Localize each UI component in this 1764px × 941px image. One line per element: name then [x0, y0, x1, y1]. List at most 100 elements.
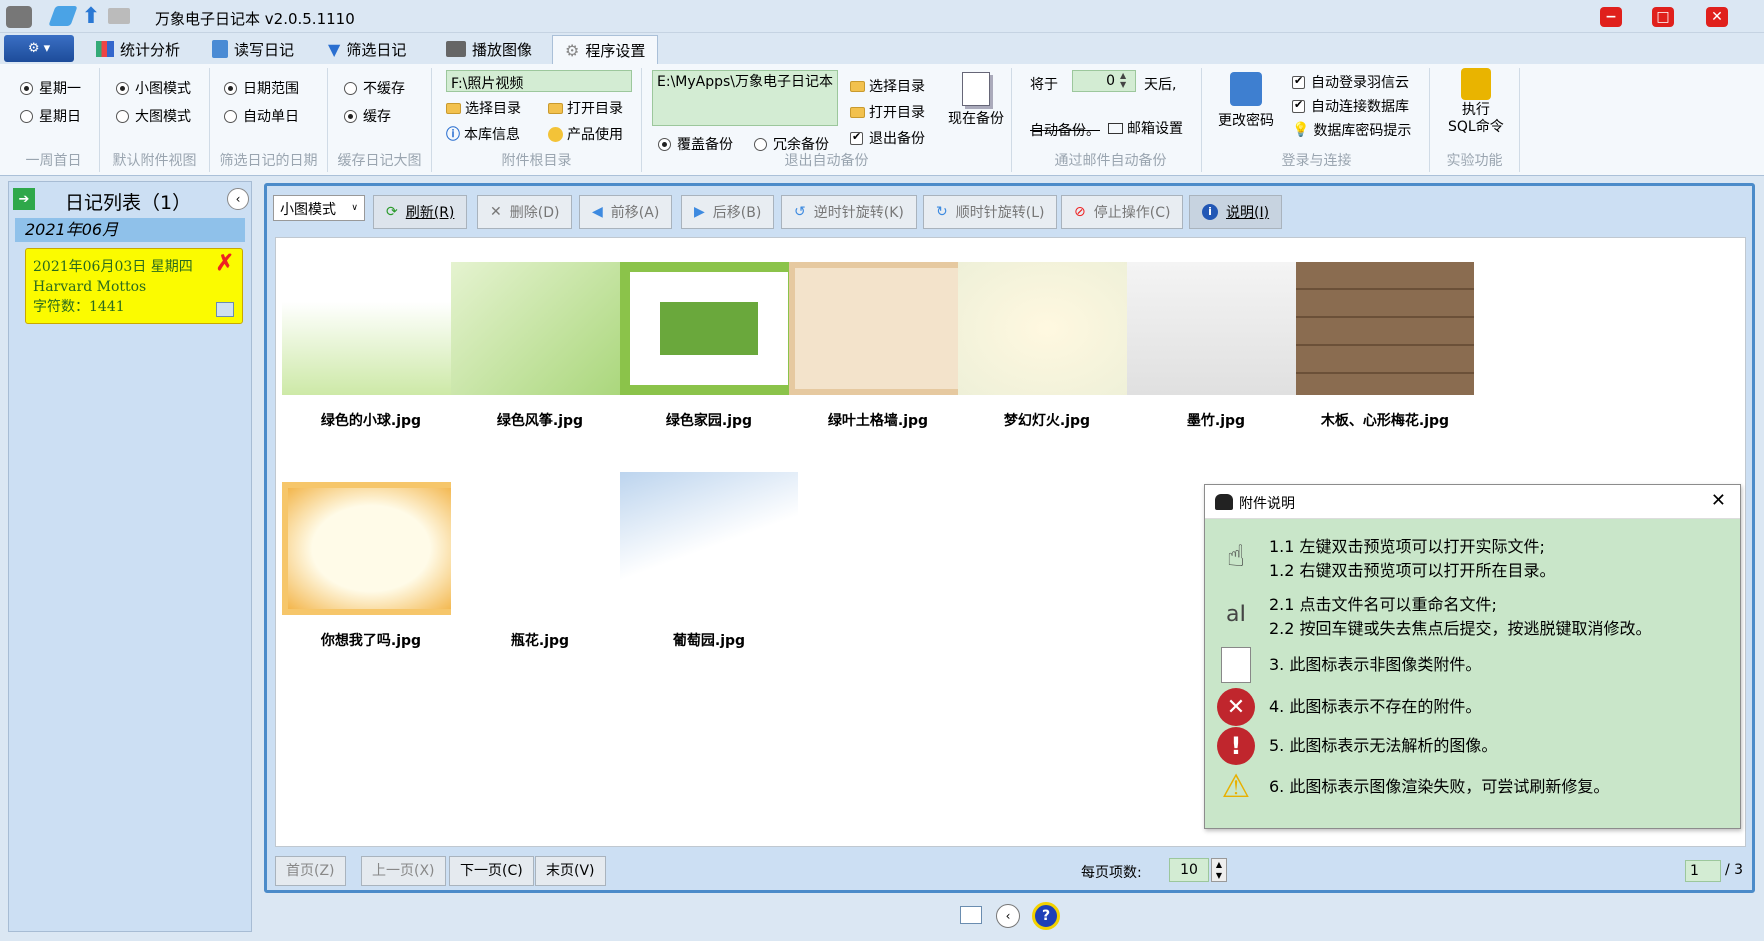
db-password-hint-button[interactable]: 💡 数据库密码提示 [1292, 120, 1411, 140]
maximize-button[interactable]: □ [1652, 7, 1674, 27]
film-icon [446, 41, 466, 57]
entry-title: Harvard Mottos [33, 279, 147, 295]
last-page-button[interactable]: 末页(V) [535, 856, 606, 886]
window-title: 万象电子日记本 v2.0.5.1110 [155, 10, 355, 28]
backup-open-dir-button[interactable]: 打开目录 [850, 102, 925, 122]
unparseable-image-icon: ! [1217, 727, 1255, 765]
delete-x-icon[interactable]: ✗ [216, 252, 234, 274]
per-page-field[interactable]: 10 [1169, 858, 1209, 882]
first-page-button[interactable]: 首页(Z) [275, 856, 346, 886]
open-folder-icon [850, 106, 865, 118]
printer-icon[interactable] [108, 8, 130, 24]
move-back-button[interactable]: ▶ 后移(B) [681, 195, 775, 229]
chevron-left-icon[interactable]: ‹ [996, 904, 1020, 928]
move-forward-button[interactable]: ◀ 前移(A) [579, 195, 673, 229]
checkbox-auto-connect-db[interactable]: 自动连接数据库 [1292, 96, 1409, 116]
help-line: 1.2 右键双击预览项可以打开所在目录。 [1269, 561, 1556, 580]
diary-list-panel: ➔ 日记列表（1） ‹ 2021年06月 2021年06月03日 星期四 Har… [8, 181, 252, 932]
go-arrow-icon[interactable]: ➔ [13, 188, 35, 210]
folder-icon [446, 102, 461, 114]
rotate-ccw-button[interactable]: ↺ 逆时针旋转(K) [781, 195, 917, 229]
thumbnail[interactable] [620, 262, 798, 395]
radio-date-range[interactable]: 日期范围 [224, 78, 299, 98]
library-info-button[interactable]: ⓘ 本库信息 [446, 124, 520, 144]
backup-path-field[interactable]: E:\MyApps\万象电子日记本 [652, 70, 838, 126]
change-password-button[interactable]: 更改密码 [1218, 72, 1274, 130]
rotate-cw-button[interactable]: ↻ 顺时针旋转(L) [923, 195, 1058, 229]
tab-filter[interactable]: ▼ 筛选日记 [316, 35, 418, 63]
diary-entry-card[interactable]: 2021年06月03日 星期四 Harvard Mottos 字符数：1441 … [25, 248, 243, 324]
next-page-button[interactable]: 下一页(C) [449, 856, 534, 886]
product-usage-button[interactable]: 产品使用 [548, 124, 623, 144]
file-name[interactable]: 绿色家园.jpg [614, 410, 804, 430]
file-name[interactable]: 绿叶土格墙.jpg [783, 410, 973, 430]
file-name[interactable]: 葡萄园.jpg [614, 630, 804, 650]
file-name[interactable]: 梦幻灯火.jpg [952, 410, 1142, 430]
help-line: 2.1 点击文件名可以重命名文件; [1269, 595, 1497, 614]
info-icon: i [1202, 204, 1218, 220]
month-header[interactable]: 2021年06月 [15, 218, 245, 242]
view-mode-select[interactable]: 小图模式 ∨ [273, 195, 365, 221]
prev-page-button[interactable]: 上一页(X) [361, 856, 446, 886]
radio-no-cache[interactable]: 不缓存 [344, 78, 405, 98]
thumbnail[interactable] [451, 262, 629, 395]
attach-open-dir-button[interactable]: 打开目录 [548, 98, 623, 118]
help-icon[interactable]: ? [1032, 902, 1060, 930]
attach-select-dir-button[interactable]: 选择目录 [446, 98, 521, 118]
thumbnail[interactable] [451, 482, 629, 615]
file-name[interactable]: 瓶花.jpg [445, 630, 635, 650]
thumbnail[interactable] [620, 472, 798, 605]
app-menu-button[interactable]: ⚙ ▾ [4, 35, 74, 62]
collapse-chevron-left-icon[interactable]: ‹ [227, 188, 249, 210]
execute-sql-button[interactable]: 执行 SQL命令 [1448, 68, 1504, 136]
radio-auto-single-day[interactable]: 自动单日 [224, 106, 299, 126]
rotate-cw-icon: ↻ [936, 204, 948, 220]
tab-settings[interactable]: ⚙ 程序设置 [552, 35, 659, 65]
radio-cache[interactable]: 缓存 [344, 106, 391, 126]
refresh-button[interactable]: ⟳ 刷新(R) [373, 195, 468, 229]
close-button[interactable]: ✕ [1706, 7, 1728, 27]
tab-read-write[interactable]: 读写日记 [200, 35, 306, 63]
spinner-arrows-icon[interactable]: ▲ ▼ [1120, 71, 1126, 89]
radio-small-view[interactable]: 小图模式 [116, 78, 191, 98]
tab-statistics[interactable]: 统计分析 [84, 35, 192, 63]
days-spinner[interactable]: 0 [1072, 70, 1136, 92]
diary-list-title: 日记列表（1） [65, 192, 192, 214]
per-page-spinner-icon[interactable]: ▲ ▼ [1211, 858, 1227, 882]
up-arrow-icon[interactable]: ⬆ [80, 4, 102, 29]
file-name[interactable]: 木板、心形梅花.jpg [1290, 410, 1480, 430]
thumbnail[interactable] [282, 482, 460, 615]
backup-now-button[interactable]: 现在备份 [948, 72, 1004, 128]
help-line: 1.1 左键双击预览项可以打开实际文件; [1269, 537, 1545, 556]
thumbnail[interactable] [958, 262, 1136, 395]
delete-button[interactable]: ✕ 删除(D) [477, 195, 573, 229]
file-name[interactable]: 绿色的小球.jpg [276, 410, 466, 430]
help-button[interactable]: i 说明(I) [1189, 195, 1283, 229]
backup-select-dir-button[interactable]: 选择目录 [850, 76, 925, 96]
minimize-button[interactable]: − [1600, 7, 1622, 27]
tab-playback[interactable]: 播放图像 [434, 35, 544, 63]
chart-icon [96, 41, 114, 57]
attachment-path-field[interactable]: F:\照片视频 [446, 70, 632, 92]
file-name[interactable]: 你想我了吗.jpg [276, 630, 466, 650]
thumbnail[interactable] [789, 262, 967, 395]
stop-button[interactable]: ⊘ 停止操作(C) [1061, 195, 1184, 229]
radio-large-view[interactable]: 大图模式 [116, 106, 191, 126]
close-icon[interactable]: ✕ [1711, 490, 1726, 511]
thumbnail[interactable] [1127, 262, 1305, 395]
total-pages-label: / 3 [1725, 862, 1744, 878]
radio-monday[interactable]: 星期一 [20, 78, 81, 98]
thumbnail[interactable] [282, 262, 460, 395]
book-view-icon[interactable] [960, 906, 982, 924]
eraser-icon[interactable] [48, 6, 78, 26]
radio-sunday[interactable]: 星期日 [20, 106, 81, 126]
mail-settings-button[interactable]: 邮箱设置 [1108, 118, 1183, 138]
thumbnail[interactable] [1296, 262, 1474, 395]
checkbox-backup-on-exit[interactable]: 退出备份 [850, 128, 925, 148]
checkbox-auto-login[interactable]: 自动登录羽信云 [1292, 72, 1409, 92]
page-number-field[interactable]: 1 [1685, 860, 1721, 882]
file-name[interactable]: 墨竹.jpg [1121, 410, 1311, 430]
app-elephant-icon[interactable] [6, 6, 32, 28]
file-name[interactable]: 绿色风筝.jpg [445, 410, 635, 430]
document-icon [962, 72, 990, 106]
